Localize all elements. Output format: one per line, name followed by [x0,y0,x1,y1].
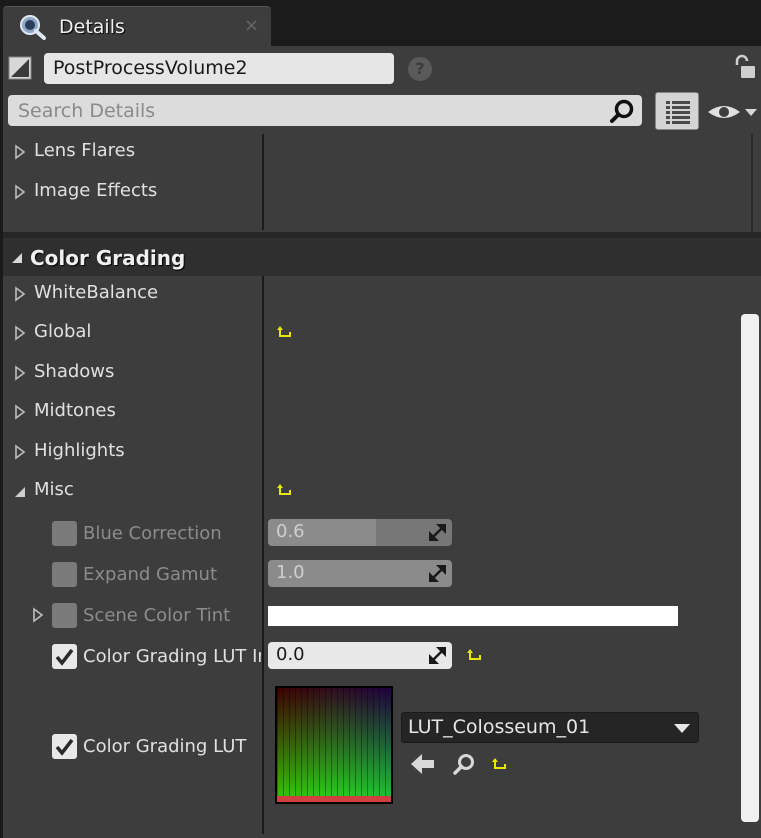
field-value: 0.6 [276,521,305,542]
blue-correction-field[interactable]: 0.6 [268,519,452,546]
expand-gamut-field[interactable]: 1.0 [268,560,452,587]
object-name-field[interactable]: PostProcessVolume2 [44,53,394,84]
group-label: Misc [34,479,74,500]
expand-arrow-icon[interactable] [30,607,46,623]
group-label: Global [34,321,92,342]
tab-bar: Details × [0,0,761,46]
lut-intensity-checkbox[interactable] [52,644,77,669]
lock-icon[interactable] [731,54,757,80]
property-label: Blue Correction [83,523,222,544]
actor-icon [8,56,32,80]
scene-color-tint-checkbox[interactable] [52,603,77,628]
group-label: Lens Flares [34,140,136,161]
property-label: Expand Gamut [83,564,218,585]
expand-arrow-icon[interactable] [12,144,28,160]
reset-to-default-icon[interactable] [277,326,293,340]
checkmark-icon [55,648,74,666]
details-magnifier-icon [20,15,46,40]
tab-title: Details [59,16,125,38]
group-label: Image Effects [34,180,158,201]
lut-intensity-field[interactable]: 0.0 [268,642,452,669]
group-label: Highlights [34,440,125,461]
dropdown-value: LUT_Colosseum_01 [408,716,591,738]
lut-thumbnail[interactable] [275,686,393,804]
resize-drag-icon[interactable] [429,647,446,664]
object-name-row: PostProcessVolume2 ? [3,46,761,92]
blue-correction-checkbox[interactable] [52,521,77,546]
group-label: Midtones [34,400,116,421]
resize-drag-icon[interactable] [429,565,446,582]
search-row [3,92,761,134]
field-value: 1.0 [276,562,305,583]
chevron-down-icon [674,724,690,733]
resize-drag-icon[interactable] [429,524,446,541]
view-options-button[interactable] [655,92,699,130]
scene-color-tint-swatch[interactable] [268,606,678,626]
lut-asset-dropdown[interactable]: LUT_Colosseum_01 [401,712,699,743]
expand-arrow-icon[interactable] [12,404,28,420]
close-icon[interactable]: × [244,16,259,36]
search-icon[interactable] [609,99,635,125]
reset-to-default-icon[interactable] [467,649,483,663]
property-label: Color Grading LUT In [83,646,261,667]
scrollbar-thumb[interactable] [741,314,759,822]
category-title: Color Grading [30,246,186,270]
expand-gamut-checkbox[interactable] [52,562,77,587]
collapse-arrow-icon[interactable] [12,484,28,500]
category-header-color-grading[interactable]: Color Grading [3,238,761,276]
property-label: Color Grading LUT [83,736,247,757]
lut-gradient-image [277,688,391,802]
list-view-icon [666,101,690,124]
reset-to-default-icon[interactable] [492,758,508,772]
group-label: Shadows [34,361,115,382]
expand-arrow-icon[interactable] [12,325,28,341]
expand-arrow-icon[interactable] [12,365,28,381]
details-panel: PostProcessVolume2 ? Search Details Lens… [3,46,761,838]
lens-section: Lens Flares Image Effects [6,134,751,232]
property-label: Scene Color Tint [83,605,231,626]
eye-icon[interactable] [705,100,759,124]
field-value: 0.0 [276,644,305,665]
browse-search-icon[interactable] [453,753,475,775]
expand-arrow-icon[interactable] [12,286,28,302]
column-separator [262,134,264,230]
scroll-track [751,134,753,232]
expand-arrow-icon[interactable] [12,184,28,200]
use-selected-arrow-icon[interactable] [411,753,435,775]
lut-checkbox[interactable] [52,734,77,759]
column-separator [262,276,264,834]
collapse-arrow-icon[interactable] [10,251,24,265]
checkmark-icon [55,738,74,756]
expand-arrow-icon[interactable] [12,444,28,460]
help-icon[interactable]: ? [408,57,432,81]
reset-to-default-icon[interactable] [277,484,293,498]
tab-details[interactable]: Details × [3,6,271,46]
group-label: WhiteBalance [34,282,159,303]
search-input[interactable] [8,95,642,126]
